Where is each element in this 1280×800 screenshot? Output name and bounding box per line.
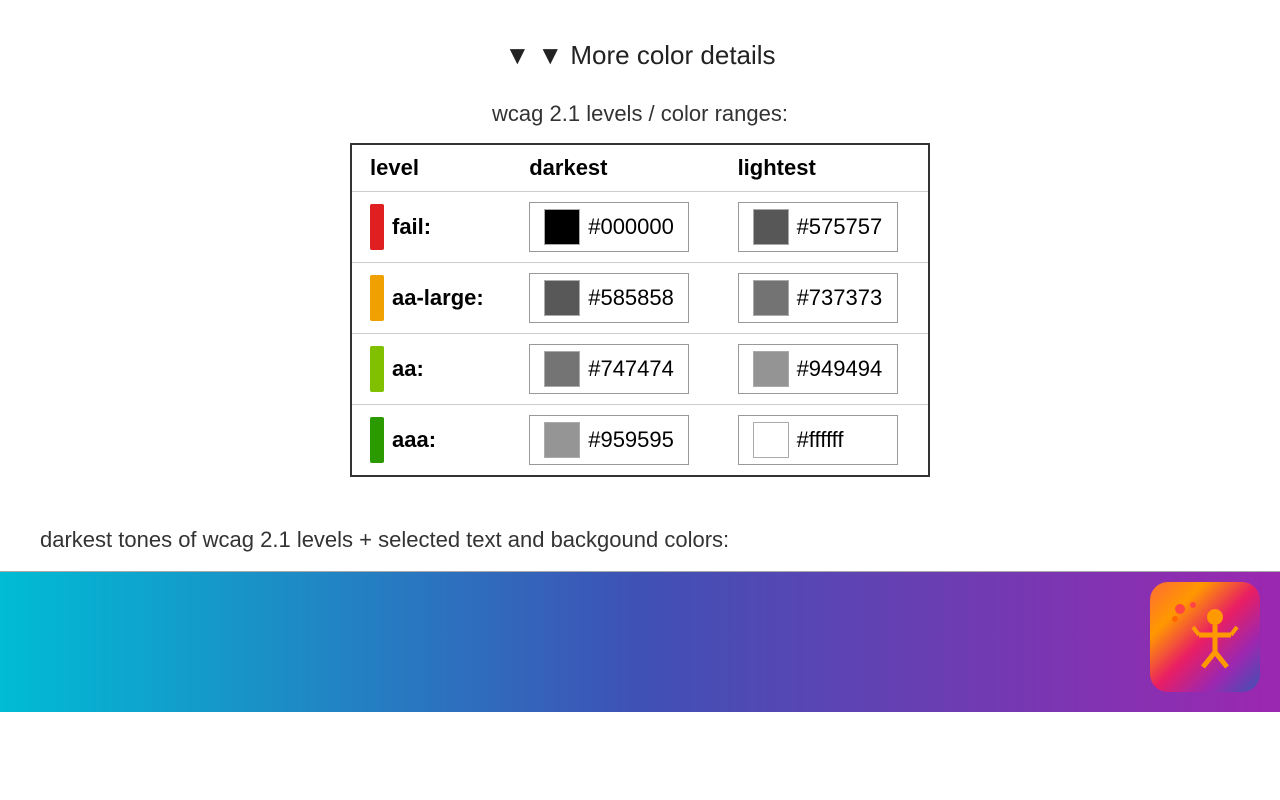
- col-header-darkest: darkest: [511, 144, 719, 192]
- wcag-table: level darkest lightest fail: #000000 #57…: [350, 143, 930, 477]
- level-indicator-0: [370, 204, 384, 250]
- level-indicator-1: [370, 275, 384, 321]
- lightest-value-2: #949494: [797, 356, 883, 382]
- table-row: aaa: #959595 #ffffff: [351, 405, 929, 477]
- level-cell-2: aa:: [351, 334, 511, 405]
- accessibility-icon: [1165, 597, 1245, 677]
- table-row: fail: #000000 #575757: [351, 192, 929, 263]
- darkest-value-0: #000000: [588, 214, 674, 240]
- bottom-text-container: darkest tones of wcag 2.1 levels + selec…: [0, 527, 1200, 553]
- level-cell-3: aaa:: [351, 405, 511, 477]
- col-header-level: level: [351, 144, 511, 192]
- table-row: aa: #747474 #949494: [351, 334, 929, 405]
- lightest-value-1: #737373: [797, 285, 883, 311]
- lightest-swatch-3: [753, 422, 789, 458]
- darkest-swatch-3: [544, 422, 580, 458]
- top-section: ▼ ▼ More color details wcag 2.1 levels /…: [0, 0, 1280, 497]
- darkest-cell-3: #959595: [511, 405, 719, 477]
- wcag-subtitle: wcag 2.1 levels / color ranges:: [492, 101, 788, 127]
- gradient-bar: [0, 572, 1280, 712]
- darkest-swatch-0: [544, 209, 580, 245]
- app-logo: [1150, 582, 1260, 692]
- darkest-cell-0: #000000: [511, 192, 719, 263]
- lightest-cell-3: #ffffff: [720, 405, 929, 477]
- logo-container: [1150, 582, 1260, 692]
- level-indicator-3: [370, 417, 384, 463]
- level-name-1: aa-large:: [392, 285, 484, 311]
- lightest-cell-0: #575757: [720, 192, 929, 263]
- table-row: aa-large: #585858 #737373: [351, 263, 929, 334]
- lightest-swatch-1: [753, 280, 789, 316]
- lightest-value-0: #575757: [797, 214, 883, 240]
- lightest-cell-2: #949494: [720, 334, 929, 405]
- triangle-icon: ▼: [504, 40, 530, 70]
- col-header-lightest: lightest: [720, 144, 929, 192]
- level-name-2: aa:: [392, 356, 424, 382]
- level-cell-1: aa-large:: [351, 263, 511, 334]
- darkest-cell-1: #585858: [511, 263, 719, 334]
- bottom-description: darkest tones of wcag 2.1 levels + selec…: [40, 527, 729, 552]
- lightest-swatch-0: [753, 209, 789, 245]
- darkest-value-3: #959595: [588, 427, 674, 453]
- level-name-3: aaa:: [392, 427, 436, 453]
- lightest-cell-1: #737373: [720, 263, 929, 334]
- lightest-swatch-2: [753, 351, 789, 387]
- level-name-0: fail:: [392, 214, 431, 240]
- level-indicator-2: [370, 346, 384, 392]
- darkest-swatch-1: [544, 280, 580, 316]
- lightest-value-3: #ffffff: [797, 427, 844, 453]
- level-cell-0: fail:: [351, 192, 511, 263]
- darkest-value-1: #585858: [588, 285, 674, 311]
- toggle-label: ▼ More color details: [537, 40, 775, 70]
- darkest-cell-2: #747474: [511, 334, 719, 405]
- section-title[interactable]: ▼ ▼ More color details: [504, 40, 775, 71]
- darkest-swatch-2: [544, 351, 580, 387]
- darkest-value-2: #747474: [588, 356, 674, 382]
